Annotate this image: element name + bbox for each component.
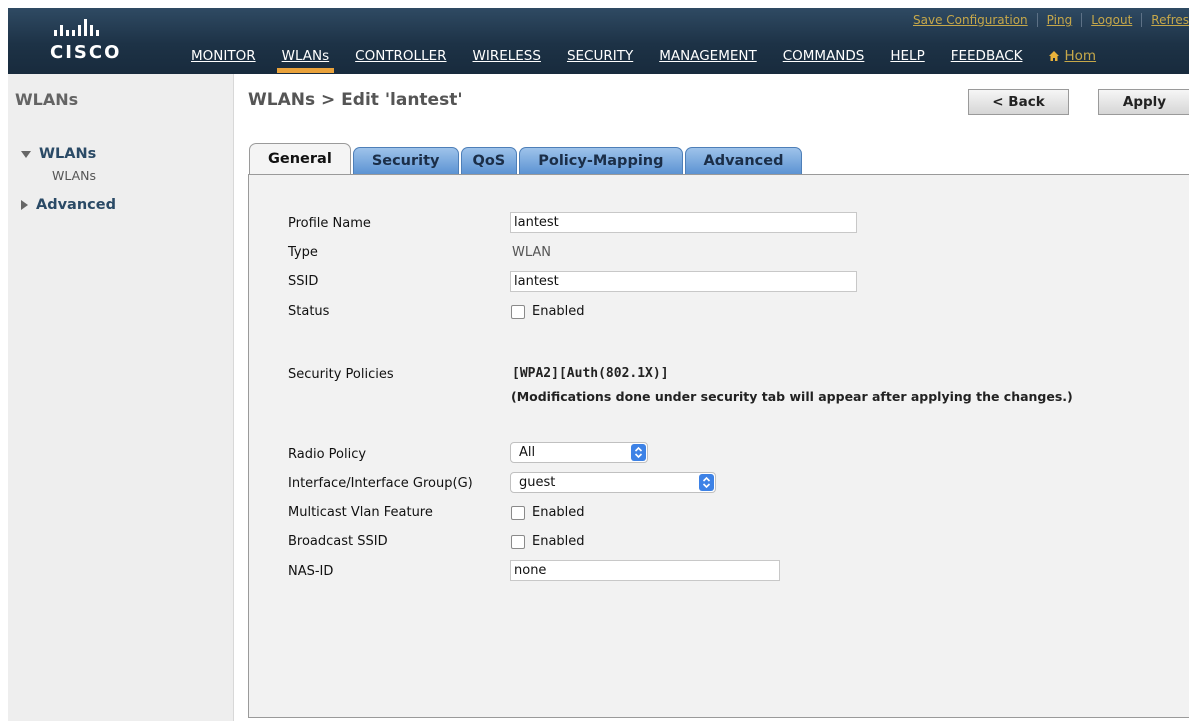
status-label: Status	[288, 304, 330, 319]
sidebar-item-wlans[interactable]: WLANs	[21, 146, 96, 162]
nav-help[interactable]: HELP	[877, 48, 937, 64]
security-policies-label: Security Policies	[288, 367, 394, 382]
top-header: CISCO Save Configuration Ping Logout Ref…	[8, 8, 1189, 74]
sidebar-item-label: Advanced	[36, 197, 116, 213]
tab-policy-mapping[interactable]: Policy-Mapping	[519, 147, 683, 174]
interface-label: Interface/Interface Group(G)	[288, 476, 473, 491]
ssid-label: SSID	[288, 274, 319, 289]
profile-name-field[interactable]	[510, 212, 857, 233]
sidebar-item-label: WLANs	[39, 146, 97, 162]
back-button[interactable]: < Back	[968, 89, 1069, 115]
type-value: WLAN	[512, 245, 552, 260]
security-policies-value: [WPA2][Auth(802.1X)]	[512, 366, 669, 381]
sidebar: WLANs WLANs WLANs Advanced	[8, 74, 234, 721]
nas-id-label: NAS-ID	[288, 564, 334, 579]
tab-security[interactable]: Security	[352, 147, 459, 174]
apply-button[interactable]: Apply	[1098, 89, 1189, 115]
home-label: Hom	[1064, 48, 1097, 64]
expand-right-icon	[21, 200, 28, 210]
cisco-logo-bars-icon	[54, 16, 130, 36]
security-note: (Modifications done under security tab w…	[511, 389, 1073, 404]
nav-feedback[interactable]: FEEDBACK	[938, 48, 1036, 64]
expand-down-icon	[21, 150, 31, 158]
radio-policy-label: Radio Policy	[288, 447, 367, 462]
general-panel: Profile Name Type WLAN SSID Status Enabl…	[248, 174, 1189, 718]
broadcast-ssid-label: Broadcast SSID	[288, 534, 388, 549]
tab-bar: General Security QoS Policy-Mapping Adva…	[249, 143, 803, 175]
nav-wireless[interactable]: WIRELESS	[460, 48, 554, 64]
save-configuration-link[interactable]: Save Configuration	[904, 13, 1037, 27]
type-label: Type	[288, 245, 318, 260]
sidebar-item-advanced[interactable]: Advanced	[21, 197, 116, 213]
page-title: WLANs > Edit 'lantest'	[248, 90, 463, 110]
broadcast-ssid-checkbox-label: Enabled	[532, 534, 585, 549]
status-checkbox-box[interactable]	[511, 304, 525, 319]
status-checkbox[interactable]: Enabled	[511, 304, 585, 319]
ssid-field[interactable]	[510, 271, 857, 292]
tab-general[interactable]: General	[249, 143, 351, 175]
multicast-checkbox-label: Enabled	[532, 505, 585, 520]
logout-link[interactable]: Logout	[1082, 13, 1141, 27]
select-arrows-icon	[631, 444, 646, 461]
nav-security[interactable]: SECURITY	[554, 48, 646, 64]
tab-advanced[interactable]: Advanced	[684, 147, 803, 174]
broadcast-ssid-checkbox-box[interactable]	[511, 534, 525, 549]
profile-name-label: Profile Name	[288, 216, 371, 231]
nav-monitor[interactable]: MONITOR	[178, 48, 269, 64]
nav-commands[interactable]: COMMANDS	[770, 48, 878, 64]
cisco-logo: CISCO	[50, 16, 130, 68]
radio-policy-select[interactable]: All	[510, 442, 648, 463]
nav-management[interactable]: MANAGEMENT	[646, 48, 770, 64]
sidebar-title: WLANs	[15, 90, 79, 109]
ping-link[interactable]: Ping	[1038, 13, 1082, 27]
multicast-checkbox[interactable]: Enabled	[511, 505, 585, 520]
interface-select[interactable]: guest	[510, 472, 716, 493]
refresh-link[interactable]: Refres	[1142, 13, 1189, 27]
tab-qos[interactable]: QoS	[460, 147, 518, 174]
multicast-checkbox-box[interactable]	[511, 505, 525, 520]
radio-policy-value: All	[519, 445, 536, 460]
status-checkbox-label: Enabled	[532, 304, 585, 319]
nav-controller[interactable]: CONTROLLER	[342, 48, 459, 64]
nas-id-field[interactable]	[510, 560, 780, 581]
utility-links: Save Configuration Ping Logout Refres	[904, 11, 1189, 29]
nav-wlans[interactable]: WLANs	[269, 48, 343, 73]
home-icon	[1049, 51, 1060, 61]
multicast-label: Multicast Vlan Feature	[288, 505, 433, 520]
select-arrows-icon	[699, 474, 714, 491]
main-nav: MONITOR WLANs CONTROLLER WIRELESS SECURI…	[178, 45, 1189, 73]
interface-value: guest	[519, 475, 556, 490]
sidebar-subitem-wlans[interactable]: WLANs	[52, 168, 96, 183]
nav-home[interactable]: Hom	[1035, 48, 1109, 64]
broadcast-ssid-checkbox[interactable]: Enabled	[511, 534, 585, 549]
app-frame: CISCO Save Configuration Ping Logout Ref…	[8, 8, 1189, 721]
brand-name: CISCO	[50, 42, 122, 63]
